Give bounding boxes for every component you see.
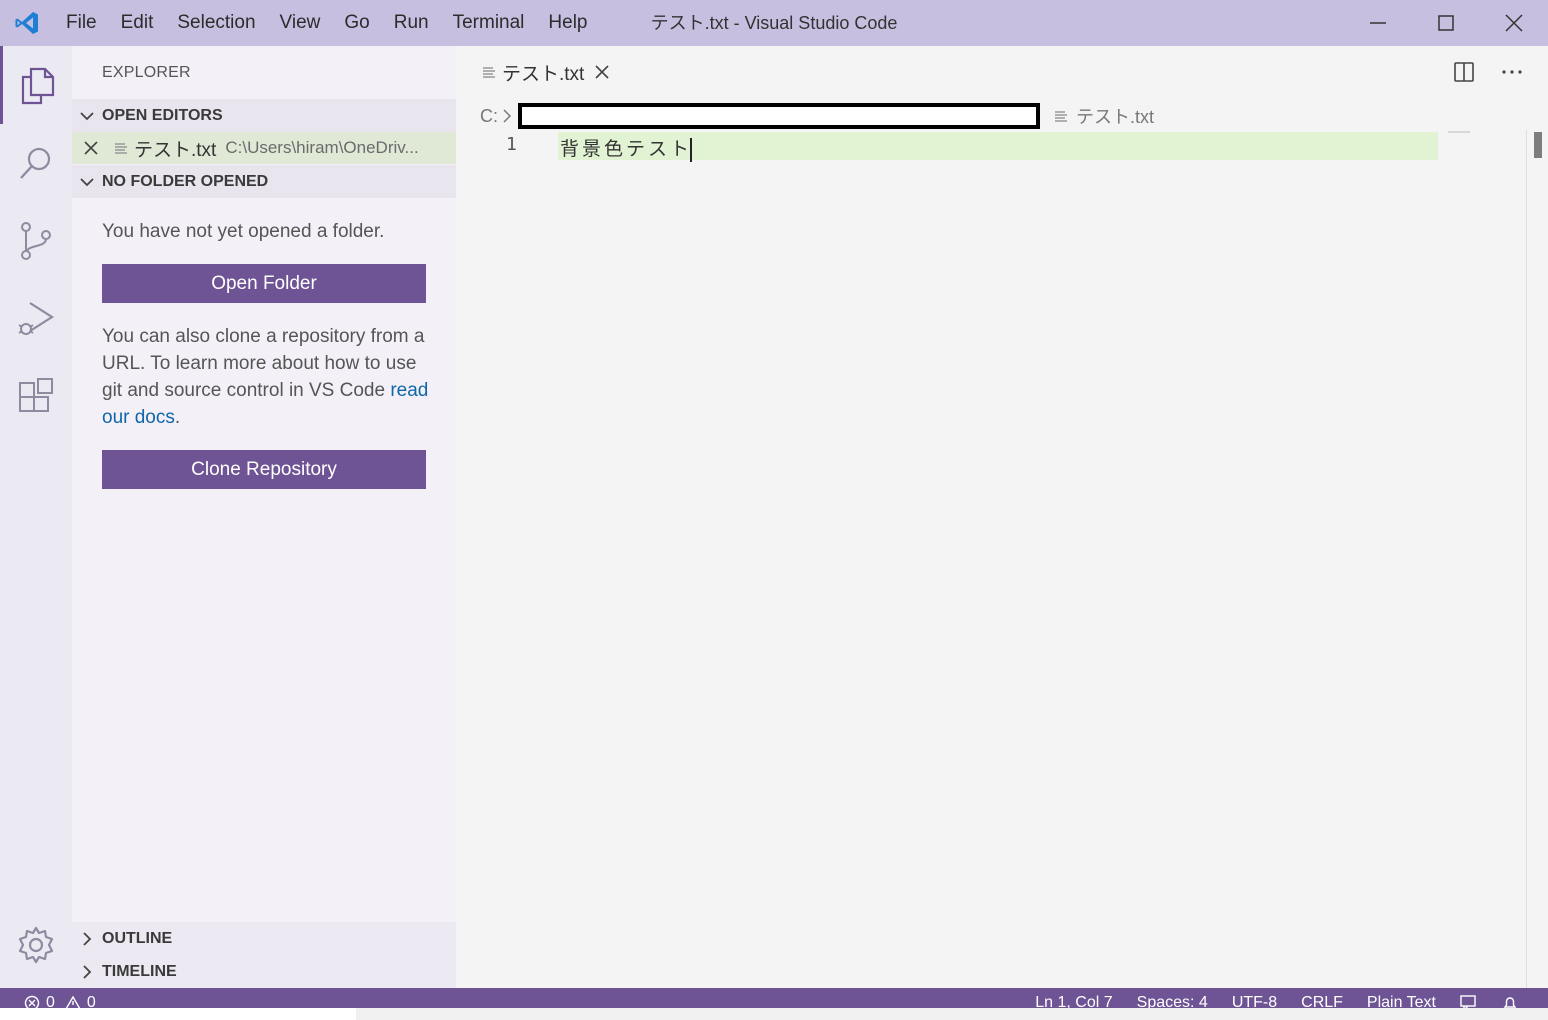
source-control-icon (21, 222, 51, 260)
vscode-logo-icon (0, 0, 54, 46)
more-actions-icon (1502, 70, 1522, 74)
open-editor-path: C:\Users\hiram\OneDriv... (225, 138, 419, 157)
breadcrumb-root[interactable]: C: (480, 106, 498, 127)
gear-icon (18, 926, 54, 964)
split-editor-icon (1454, 62, 1474, 82)
menu-bar: File Edit Selection View Go Run Terminal… (54, 0, 600, 46)
sidebar-title: EXPLORER (102, 64, 191, 81)
editor-area: テスト.txt C: テスト.txt 1 背景色テスト (456, 46, 1548, 988)
title-bar: File Edit Selection View Go Run Terminal… (0, 0, 1548, 46)
extensions-icon (19, 378, 53, 412)
outline-header[interactable]: OUTLINE (72, 922, 456, 955)
menu-run[interactable]: Run (382, 0, 441, 46)
os-taskbar-edge (0, 1008, 1548, 1020)
no-folder-message: You have not yet opened a folder. (102, 221, 385, 242)
search-icon (20, 147, 51, 179)
close-editor-icon[interactable] (72, 140, 110, 156)
tab-test-txt[interactable]: テスト.txt (456, 46, 636, 98)
open-folder-button[interactable]: Open Folder (102, 264, 426, 303)
editor-line-text: 背景色テスト (560, 138, 693, 160)
menu-file[interactable]: File (54, 0, 109, 46)
open-editors-label: OPEN EDITORS (102, 106, 223, 124)
text-cursor (690, 137, 693, 162)
line-number: 1 (506, 134, 517, 155)
open-editor-item[interactable]: テスト.txt C:\Users\hiram\OneDriv... (72, 132, 456, 164)
menu-selection[interactable]: Selection (165, 0, 267, 46)
editor-line[interactable]: 背景色テスト (560, 134, 693, 162)
activity-bar (0, 46, 72, 988)
split-editor-button[interactable] (1440, 46, 1488, 98)
activity-run-debug[interactable] (0, 280, 72, 358)
more-actions-button[interactable] (1488, 46, 1536, 98)
explorer-sidebar: EXPLORER OPEN EDITORS テスト.txt C:\Users\h… (72, 46, 456, 988)
activity-search[interactable] (0, 124, 72, 202)
tab-label: テスト.txt (502, 63, 585, 85)
clone-repository-button[interactable]: Clone Repository (102, 450, 426, 489)
text-file-icon (1054, 109, 1068, 123)
close-window-button[interactable] (1480, 0, 1548, 46)
activity-extensions[interactable] (0, 358, 72, 436)
run-debug-icon (18, 302, 55, 335)
minimize-icon (1370, 22, 1386, 24)
maximize-button[interactable] (1412, 0, 1480, 46)
menu-go[interactable]: Go (332, 0, 381, 46)
menu-edit[interactable]: Edit (109, 0, 166, 46)
timeline-header[interactable]: TIMELINE (72, 955, 456, 988)
minimap-line (1448, 131, 1470, 133)
menu-terminal[interactable]: Terminal (441, 0, 537, 46)
minimize-button[interactable] (1344, 0, 1412, 46)
activity-explorer[interactable] (0, 46, 72, 124)
tab-close-icon[interactable] (594, 64, 610, 80)
chevron-down-icon (72, 174, 102, 190)
clone-help-period: . (174, 407, 181, 428)
outline-label: OUTLINE (102, 929, 173, 947)
breadcrumb: C: テスト.txt (480, 102, 1154, 130)
menu-view[interactable]: View (268, 0, 333, 46)
window-controls (1344, 0, 1548, 46)
activity-source-control[interactable] (0, 202, 72, 280)
explorer-icon (21, 67, 54, 105)
tab-bar: テスト.txt (456, 46, 1548, 98)
clone-help-text: You can also clone a repository from a U… (102, 323, 432, 431)
taskbar-search-area (0, 1008, 356, 1020)
redacted-path (518, 103, 1040, 129)
breadcrumb-file[interactable]: テスト.txt (1076, 103, 1154, 129)
scrollbar-track[interactable] (1526, 130, 1527, 988)
clone-help-message: You can also clone a repository from a U… (102, 326, 425, 401)
activity-manage[interactable] (0, 906, 72, 984)
maximize-icon (1438, 15, 1454, 31)
chevron-down-icon (72, 108, 102, 124)
timeline-label: TIMELINE (102, 962, 177, 980)
open-editors-header[interactable]: OPEN EDITORS (72, 99, 456, 132)
chevron-right-icon (72, 931, 102, 947)
menu-help[interactable]: Help (536, 0, 599, 46)
open-editor-filename: テスト.txt (134, 139, 217, 161)
chevron-right-icon (72, 964, 102, 980)
close-icon (1505, 14, 1523, 32)
breadcrumb-separator-icon (502, 108, 512, 124)
no-folder-header[interactable]: NO FOLDER OPENED (72, 165, 456, 198)
no-folder-label: NO FOLDER OPENED (102, 172, 269, 190)
text-file-icon (110, 141, 132, 155)
scrollbar-thumb[interactable] (1534, 132, 1542, 158)
editor-actions (1440, 46, 1536, 98)
text-file-icon (482, 65, 498, 79)
